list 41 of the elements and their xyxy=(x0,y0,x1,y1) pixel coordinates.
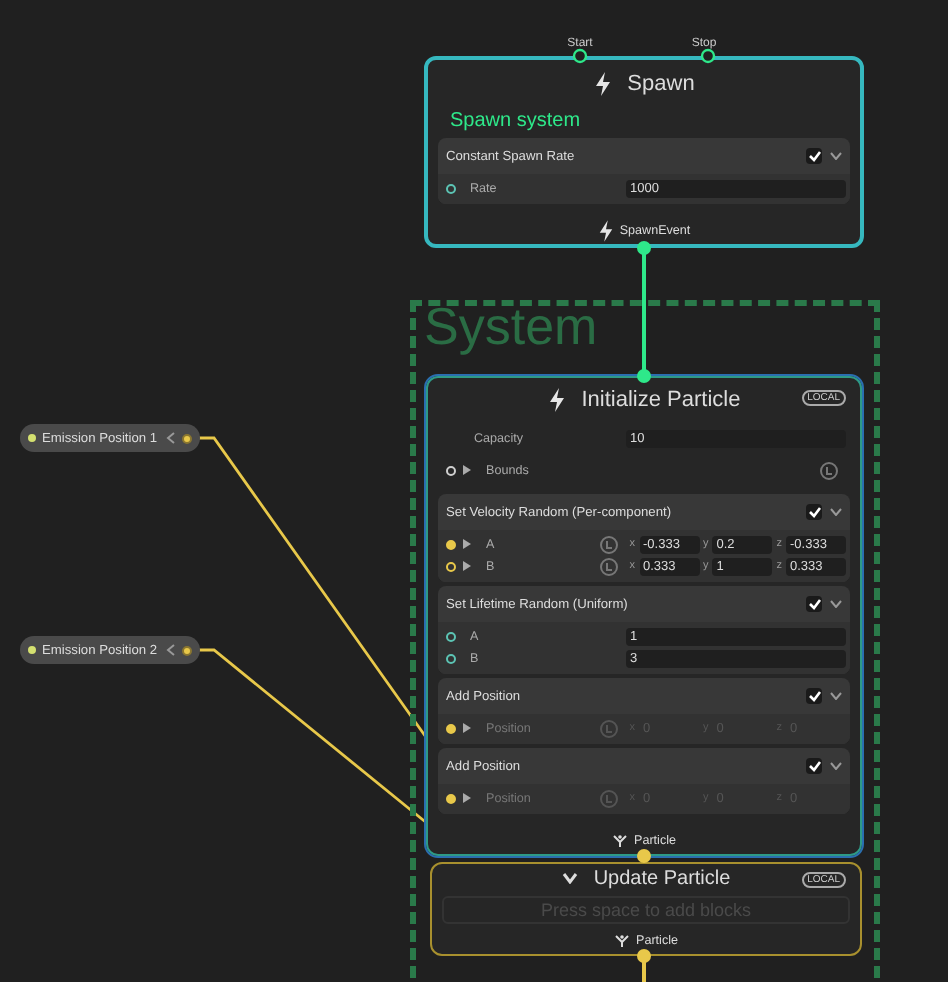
flow-port[interactable] xyxy=(637,849,651,863)
chevron-down-icon[interactable] xyxy=(830,152,842,160)
flow-port[interactable] xyxy=(637,241,651,255)
chevron-down-icon xyxy=(561,872,578,884)
local-space-icon[interactable] xyxy=(599,557,618,575)
particle-icon xyxy=(614,934,630,948)
chevron-down-icon[interactable] xyxy=(830,762,842,770)
expand-icon[interactable] xyxy=(462,560,472,572)
input-port[interactable] xyxy=(446,561,456,571)
checkbox[interactable] xyxy=(806,688,822,704)
checkbox[interactable] xyxy=(806,596,822,612)
input-port[interactable] xyxy=(446,183,456,193)
system-name: Spawn system xyxy=(448,108,583,134)
flow-port[interactable] xyxy=(637,949,651,963)
context-title: Initialize Particle xyxy=(581,388,741,412)
chevron-down-icon[interactable] xyxy=(830,508,842,516)
chevron-left-icon xyxy=(166,432,176,444)
checkbox[interactable] xyxy=(806,758,822,774)
chevron-left-icon xyxy=(166,644,176,656)
context-title: Spawn xyxy=(627,72,695,96)
input-port[interactable] xyxy=(446,653,456,663)
input-port[interactable] xyxy=(446,539,456,549)
local-space-icon[interactable] xyxy=(599,535,618,553)
lightning-icon xyxy=(547,388,566,412)
context-title: Update Particle xyxy=(593,867,731,889)
system-title: System xyxy=(424,296,598,358)
lightning-icon xyxy=(593,72,612,96)
expand-icon[interactable] xyxy=(462,538,472,550)
particle-icon xyxy=(612,834,628,848)
flow-port[interactable] xyxy=(700,48,716,64)
chevron-down-icon[interactable] xyxy=(830,692,842,700)
chevron-down-icon[interactable] xyxy=(830,600,842,608)
input-port[interactable] xyxy=(446,465,456,475)
input-port[interactable] xyxy=(446,631,456,641)
flow-port[interactable] xyxy=(637,369,651,383)
flow-port[interactable] xyxy=(572,48,588,64)
expand-icon[interactable] xyxy=(462,464,472,476)
local-space-icon[interactable] xyxy=(820,461,838,479)
checkbox[interactable] xyxy=(806,148,822,164)
checkbox[interactable] xyxy=(806,504,822,520)
lightning-icon xyxy=(597,220,614,242)
